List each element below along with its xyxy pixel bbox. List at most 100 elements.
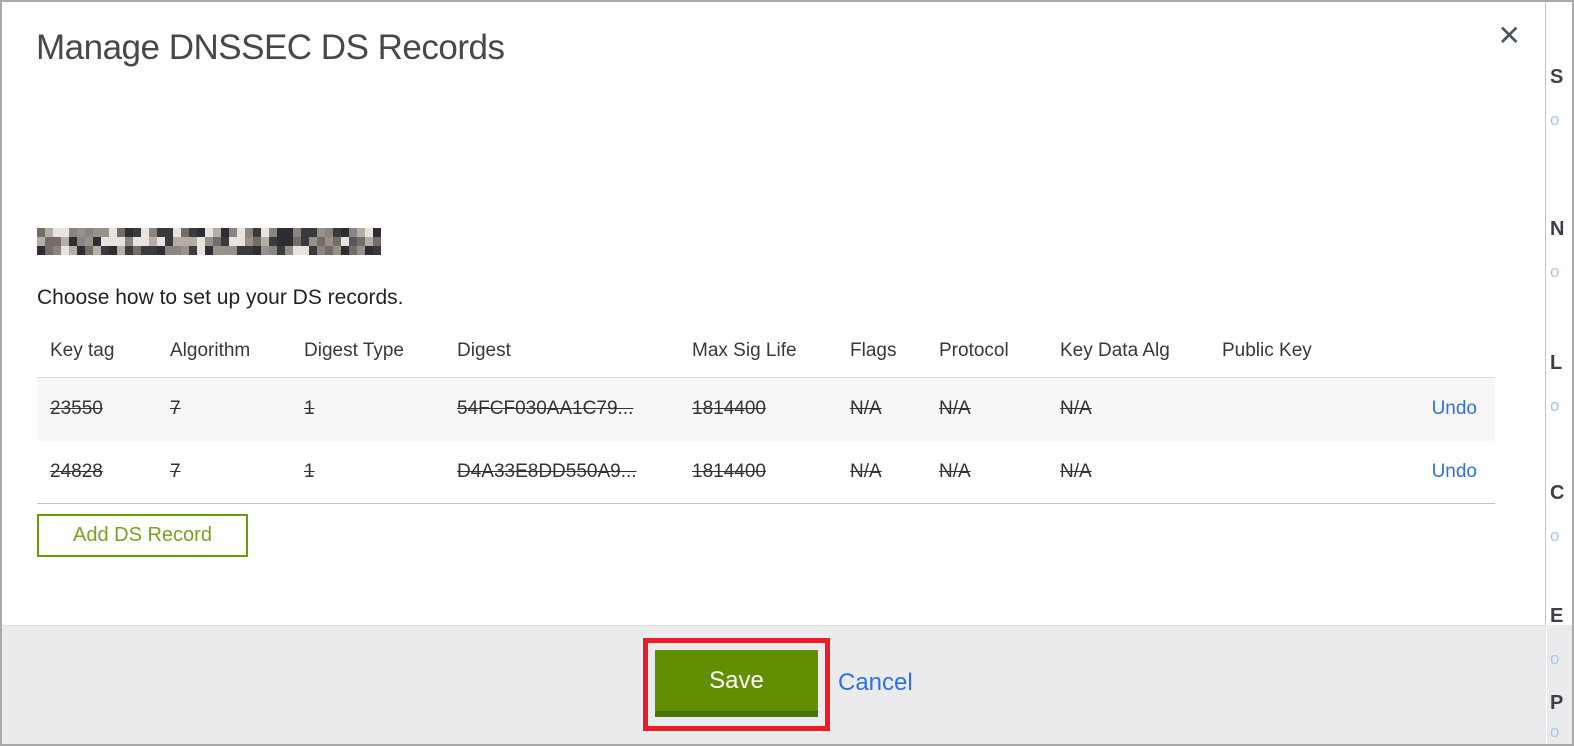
redacted-pixel	[101, 237, 109, 246]
redacted-pixel	[93, 228, 101, 237]
redacted-pixel	[373, 246, 381, 255]
redacted-pixel	[325, 228, 333, 237]
redacted-pixel	[309, 228, 317, 237]
redacted-pixel	[181, 228, 189, 237]
redacted-pixel	[93, 246, 101, 255]
redacted-pixel	[53, 228, 61, 237]
redacted-pixel	[173, 246, 181, 255]
column-header-protocol: Protocol	[939, 339, 1009, 361]
redacted-pixel	[253, 237, 261, 246]
redacted-pixel	[269, 246, 277, 255]
background-page-fragment: E	[1550, 605, 1564, 627]
redacted-pixel	[213, 228, 221, 237]
redacted-pixel	[77, 246, 85, 255]
subtitle: Choose how to set up your DS records.	[37, 286, 404, 309]
column-header-flags: Flags	[850, 339, 897, 361]
redacted-pixel	[69, 246, 77, 255]
redacted-pixel	[37, 228, 45, 237]
redacted-pixel	[125, 246, 133, 255]
cell-max-sig-life: 1814400	[692, 398, 766, 420]
redacted-pixel	[37, 237, 45, 246]
redacted-pixel	[261, 246, 269, 255]
redacted-pixel	[53, 237, 61, 246]
column-header-max-sig-life: Max Sig Life	[692, 339, 797, 361]
redacted-pixel	[101, 246, 109, 255]
cell-digest: D4A33E8DD550A9...	[457, 460, 637, 482]
redacted-pixel	[61, 228, 69, 237]
redacted-pixel	[205, 228, 213, 237]
redacted-pixel	[229, 228, 237, 237]
redacted-pixel	[117, 237, 125, 246]
redacted-pixel	[197, 228, 205, 237]
cell-key-tag: 24828	[50, 460, 103, 482]
redacted-pixel	[189, 237, 197, 246]
redacted-pixel	[229, 237, 237, 246]
redacted-pixel	[213, 246, 221, 255]
cell-protocol: N/A	[939, 460, 971, 482]
redacted-pixel	[237, 246, 245, 255]
redacted-pixel	[317, 246, 325, 255]
screenshot-frame: Manage DNSSEC DS Records ✕ Choose how to…	[0, 0, 1574, 746]
save-button[interactable]: Save	[655, 650, 818, 717]
cell-key-data-alg: N/A	[1060, 460, 1092, 482]
redacted-pixel	[53, 246, 61, 255]
close-icon[interactable]: ✕	[1498, 22, 1521, 50]
redacted-pixel	[357, 237, 365, 246]
cancel-link[interactable]: Cancel	[838, 669, 913, 697]
undo-link[interactable]: Undo	[1432, 398, 1477, 419]
background-page-fragment: S	[1550, 66, 1564, 88]
redacted-pixel	[301, 237, 309, 246]
modal-footer: Save Cancel	[2, 625, 1546, 744]
redacted-pixel	[85, 228, 93, 237]
redacted-pixel	[149, 228, 157, 237]
ds-records-table: Key tag Algorithm Digest Type Digest Max…	[37, 325, 1495, 504]
redacted-pixel	[365, 246, 373, 255]
column-header-algorithm: Algorithm	[170, 339, 251, 361]
page-title: Manage DNSSEC DS Records	[36, 28, 505, 67]
background-page-fragment: o	[1550, 262, 1560, 281]
redacted-pixel	[221, 237, 229, 246]
redacted-pixel	[269, 237, 277, 246]
redacted-pixel	[205, 237, 213, 246]
redacted-pixel	[293, 228, 301, 237]
column-header-digest: Digest	[457, 339, 511, 361]
redacted-pixel	[333, 228, 341, 237]
cell-key-tag: 23550	[50, 398, 103, 420]
redacted-pixel	[301, 228, 309, 237]
redacted-pixel	[229, 246, 237, 255]
table-row: 23550 7 1 54FCF030AA1C79... 1814400 N/A …	[37, 377, 1495, 441]
redacted-pixel	[45, 228, 53, 237]
redacted-pixel	[189, 246, 197, 255]
cell-max-sig-life: 1814400	[692, 460, 766, 482]
redacted-pixel	[45, 237, 53, 246]
redacted-pixel	[349, 246, 357, 255]
redacted-pixel	[149, 246, 157, 255]
redacted-pixel	[341, 228, 349, 237]
redacted-pixel	[245, 228, 253, 237]
redacted-pixel	[309, 246, 317, 255]
redacted-pixel	[85, 246, 93, 255]
redacted-pixel	[301, 246, 309, 255]
redacted-pixel	[45, 246, 53, 255]
redacted-pixel	[165, 246, 173, 255]
column-header-digest-type: Digest Type	[304, 339, 404, 361]
background-page-fragment: o	[1550, 526, 1560, 545]
redacted-pixel	[349, 228, 357, 237]
cell-public-key	[1209, 377, 1389, 441]
redacted-pixel	[157, 237, 165, 246]
add-ds-record-button[interactable]: Add DS Record	[37, 514, 248, 557]
redacted-pixel	[341, 237, 349, 246]
undo-link[interactable]: Undo	[1432, 461, 1477, 482]
redacted-pixel	[269, 228, 277, 237]
cell-digest-type: 1	[304, 460, 315, 482]
redacted-pixel	[69, 237, 77, 246]
redacted-pixel	[317, 237, 325, 246]
redacted-pixel	[117, 228, 125, 237]
redacted-pixel	[373, 228, 381, 237]
column-header-key-data-alg: Key Data Alg	[1060, 339, 1170, 361]
redacted-pixel	[309, 237, 317, 246]
column-header-key-tag: Key tag	[50, 339, 115, 361]
cell-digest: 54FCF030AA1C79...	[457, 398, 634, 420]
redacted-pixel	[357, 246, 365, 255]
redacted-pixel	[253, 228, 261, 237]
